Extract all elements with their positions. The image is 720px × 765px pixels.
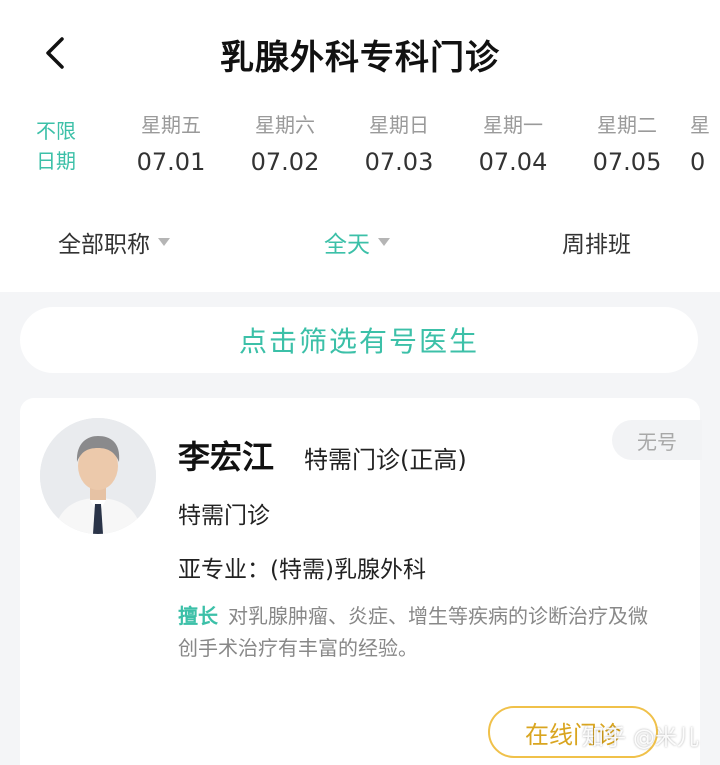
expertise-description: 擅长 对乳腺肿瘤、炎症、增生等疾病的诊断治疗及微创手术治疗有丰富的经验。	[178, 600, 648, 664]
weekday-label: 星期二	[597, 113, 657, 137]
weekday-label: 星期日	[369, 113, 429, 137]
date-label: 07.02	[250, 148, 320, 176]
clinic-type: 特需门诊	[178, 503, 270, 529]
page-title: 乳腺外科专科门诊	[220, 38, 500, 78]
date-label: 0	[690, 148, 706, 176]
date-selector: 不限 日期 星期五 07.01 星期六 07.02 星期日 07.03 星期一 …	[0, 108, 720, 188]
weekday-label: 星期五	[141, 113, 201, 137]
time-filter-dropdown[interactable]: 全天	[324, 220, 390, 264]
doctor-card[interactable]: 李宏江 特需门诊(正高) 无号 特需门诊 亚专业：(特需)乳腺外科 擅长 对乳腺肿…	[20, 398, 702, 765]
weekday-label: 星	[690, 113, 710, 137]
time-filter-label: 全天	[324, 232, 370, 258]
date-item[interactable]: 星期一 07.04	[458, 108, 568, 182]
watermark: 知乎 @米儿	[582, 726, 699, 751]
doctor-avatar	[40, 418, 156, 534]
date-label: 07.05	[592, 148, 662, 176]
caret-down-icon	[378, 238, 390, 246]
filter-bar: 全部职称 全天 周排班	[0, 220, 720, 264]
date-item[interactable]: 星 0	[690, 108, 720, 182]
slot-status-badge: 无号	[612, 420, 702, 460]
date-item[interactable]: 星期二 07.05	[572, 108, 682, 182]
filter-available-doctors-button[interactable]: 点击筛选有号医生	[20, 307, 698, 373]
no-limit-line2: 日期	[36, 149, 76, 173]
expertise-text: 对乳腺肿瘤、炎症、增生等疾病的诊断治疗及微创手术治疗有丰富的经验。	[178, 604, 648, 660]
date-item[interactable]: 星期五 07.01	[116, 108, 226, 182]
doctor-clinic-title: 特需门诊(正高)	[304, 446, 467, 474]
date-item[interactable]: 星期日 07.03	[344, 108, 454, 182]
doctor-name: 李宏江	[178, 438, 275, 476]
no-limit-date-option[interactable]: 不限 日期	[28, 116, 84, 176]
no-limit-line1: 不限	[36, 119, 76, 143]
caret-down-icon	[158, 238, 170, 246]
expertise-label: 擅长	[178, 604, 218, 628]
date-label: 07.04	[478, 148, 548, 176]
date-label: 07.03	[364, 148, 434, 176]
subspecialty: 亚专业：(特需)乳腺外科	[178, 557, 426, 583]
weekly-schedule-tab[interactable]: 周排班	[562, 220, 631, 264]
date-item[interactable]: 星期六 07.02	[230, 108, 340, 182]
weekly-schedule-label: 周排班	[562, 232, 631, 258]
weekday-label: 星期六	[255, 113, 315, 137]
date-label: 07.01	[136, 148, 206, 176]
weekday-label: 星期一	[483, 113, 543, 137]
header-panel: 乳腺外科专科门诊 不限 日期 星期五 07.01 星期六 07.02 星期日 0…	[0, 0, 720, 292]
title-filter-label: 全部职称	[58, 232, 150, 258]
title-filter-dropdown[interactable]: 全部职称	[58, 220, 170, 264]
